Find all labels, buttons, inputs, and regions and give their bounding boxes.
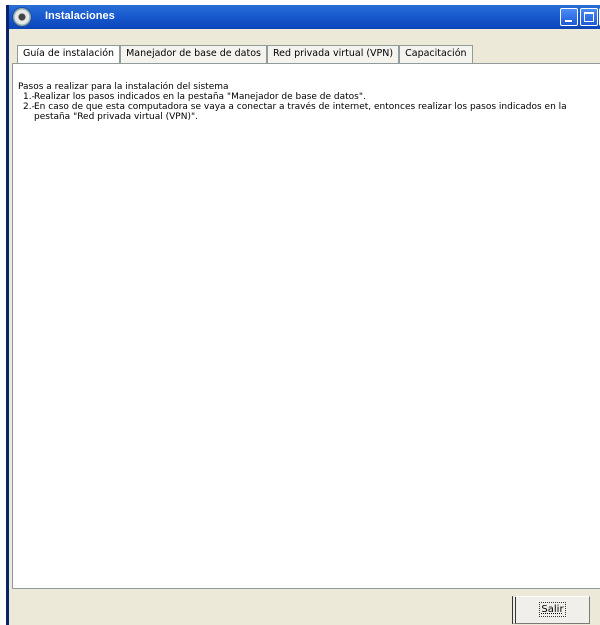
instructions-intro: Pasos a realizar para la instalación del… <box>18 82 229 92</box>
minimize-button[interactable] <box>560 8 578 26</box>
step-text: En caso de que esta computadora se vaya … <box>34 102 567 122</box>
minimize-icon <box>565 20 572 22</box>
maximize-icon <box>584 12 594 22</box>
step-text: Realizar los pasos indicados en la pesta… <box>34 92 366 102</box>
footer-bar: Salir <box>12 591 600 625</box>
tab-red-privada-virtual[interactable]: Red privada virtual (VPN) <box>267 45 400 63</box>
instructions-text: Pasos a realizar para la instalación del… <box>18 82 598 122</box>
tab-strip: Guía de instalación Manejador de base de… <box>17 45 473 64</box>
tab-panel-guia: Pasos a realizar para la instalación del… <box>12 63 600 589</box>
tab-capacitacion[interactable]: Capacitación <box>399 45 473 63</box>
title-bar[interactable]: Instalaciones ✕ <box>9 5 600 29</box>
window-title: Instalaciones <box>45 10 115 22</box>
tab-manejador-base-datos[interactable]: Manejador de base de datos <box>120 45 267 63</box>
list-item: 2.- En caso de que esta computadora se v… <box>18 102 598 122</box>
tab-guia-instalacion[interactable]: Guía de instalación <box>17 45 121 64</box>
app-icon[interactable] <box>13 8 31 26</box>
exit-button[interactable]: Salir <box>512 596 590 624</box>
step-number: 2.- <box>23 102 35 112</box>
maximize-button[interactable] <box>580 8 598 26</box>
exit-button-label: Salir <box>539 602 566 617</box>
step-number: 1.- <box>23 92 35 102</box>
list-item: 1.- Realizar los pasos indicados en la p… <box>18 92 598 102</box>
main-window: Instalaciones ✕ Guía de instalación Mane… <box>6 5 600 625</box>
